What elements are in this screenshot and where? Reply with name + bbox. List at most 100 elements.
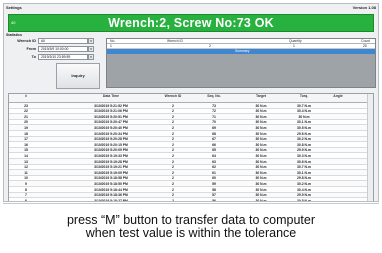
- vertical-scrollbar[interactable]: [367, 94, 373, 201]
- cell-data-time: 3/10/2019 5:18:58 PM: [94, 176, 128, 181]
- cell-wrench-id: 2: [172, 187, 174, 192]
- cell-num: 17: [24, 137, 28, 142]
- wrench-id-select[interactable]: All: [38, 38, 88, 44]
- from-row: From 2019/3/9 10:00:00 ▾: [10, 46, 105, 53]
- cell-seq-no: 71: [212, 114, 216, 119]
- table-row[interactable]: 6 3/10/2019 5:18:27 PM 2 56 30 N.m 30.5 N.m: [9, 198, 373, 202]
- cell-wrench-id: 2: [172, 176, 174, 181]
- cell-wrench-id: 2: [172, 125, 174, 130]
- records-table-header: # Data Time Wrench ID Seq. No. Target To…: [9, 94, 373, 103]
- records-table-body: 23 3/10/2019 5:21:52 PM 2 73 30 N.m 30.7 N.m 2…: [9, 103, 373, 202]
- cell-num: 18: [24, 131, 28, 136]
- cell-torque: 30.5 N.m: [297, 198, 311, 202]
- cell-data-time: 3/10/2019 5:19:09 PM: [94, 170, 128, 175]
- cell-data-time: 3/10/2019 5:20:28 PM: [94, 137, 128, 142]
- cell-num: 15: [24, 148, 28, 153]
- cell-wrench-id: 2: [172, 137, 174, 142]
- cell-torque: 30.2 N.m: [297, 181, 311, 186]
- cell-seq-no: 69: [212, 125, 216, 130]
- settings-menu[interactable]: Settings: [6, 5, 22, 10]
- col-wrench-id[interactable]: Wrench ID: [159, 94, 187, 98]
- col-angle[interactable]: Angle: [331, 94, 345, 98]
- cell-torque: 29.6 N.m: [297, 131, 311, 136]
- banner-message: Wrench:2, Screw No:73 OK: [108, 16, 274, 30]
- cell-seq-no: 61: [212, 170, 216, 175]
- cell-target: 30 N.m: [255, 125, 267, 130]
- cell-wrench-id: 2: [172, 181, 174, 186]
- chevron-down-icon[interactable]: ▾: [88, 38, 94, 44]
- calendar-icon[interactable]: ▾: [88, 46, 94, 52]
- cell-torque: 30.1 N.m: [297, 170, 311, 175]
- cell-target: 30 N.m: [255, 198, 267, 202]
- cell-num: 6: [25, 198, 27, 202]
- cell-seq-no: 63: [212, 159, 216, 164]
- calendar-icon[interactable]: ▾: [88, 54, 94, 60]
- cell-data-time: 3/10/2019 5:20:09 PM: [94, 148, 128, 153]
- cell-num: 9: [25, 181, 27, 186]
- cell-seq-no: 64: [212, 153, 216, 158]
- cell-wrench-id: 2: [172, 131, 174, 136]
- summary-cell: 20: [363, 44, 367, 48]
- cell-num: 14: [24, 153, 28, 158]
- cell-wrench-id: 2: [172, 170, 174, 175]
- cell-data-time: 3/10/2019 5:21:52 PM: [94, 103, 128, 108]
- cell-torque: 30.1 N.m: [297, 120, 311, 125]
- cell-num: 22: [24, 109, 28, 114]
- cell-target: 30 N.m: [255, 142, 267, 147]
- cell-wrench-id: 2: [172, 148, 174, 153]
- cell-target: 30 N.m: [255, 170, 267, 175]
- cell-num: 13: [24, 159, 28, 164]
- cell-target: 30 N.m: [255, 165, 267, 170]
- summary-cell: 1: [293, 44, 295, 48]
- cell-wrench-id: 2: [172, 193, 174, 198]
- cell-data-time: 3/10/2019 5:19:21 PM: [94, 165, 128, 170]
- cell-num: 8: [25, 187, 27, 192]
- cell-num: 23: [24, 103, 28, 108]
- col-num[interactable]: #: [11, 94, 41, 98]
- cell-target: 30 N.m: [255, 187, 267, 192]
- cell-torque: 29.9 N.m: [297, 148, 311, 153]
- cell-target: 30 N.m: [255, 193, 267, 198]
- cell-data-time: 3/10/2019 5:20:40 PM: [94, 125, 128, 130]
- version-label: Version 1.08: [352, 5, 376, 10]
- col-target[interactable]: Target: [249, 94, 273, 98]
- cell-seq-no: 72: [212, 109, 216, 114]
- cell-num: 21: [24, 114, 28, 119]
- to-date-field[interactable]: 2019/3/10 23:59:59: [38, 54, 88, 60]
- summary-cell: 2: [209, 44, 211, 48]
- cell-data-time: 3/10/2019 5:20:47 PM: [94, 120, 128, 125]
- cell-target: 30 N.m: [255, 137, 267, 142]
- cell-torque: 30 N.m: [298, 114, 310, 119]
- col-data-time[interactable]: Data Time: [81, 94, 141, 98]
- figure-caption: press “M” button to transfer data to com…: [0, 214, 382, 240]
- cell-wrench-id: 2: [172, 103, 174, 108]
- cell-num: 7: [25, 193, 27, 198]
- cell-torque: 29.9 N.m: [297, 193, 311, 198]
- summary-total-label: Summary: [235, 49, 250, 53]
- cell-target: 30 N.m: [255, 114, 267, 119]
- cell-seq-no: 68: [212, 131, 216, 136]
- cell-target: 30 N.m: [255, 120, 267, 125]
- to-label: To: [31, 55, 36, 59]
- cell-wrench-id: 2: [172, 153, 174, 158]
- cell-num: 20: [24, 120, 28, 125]
- cell-torque: 30.5 N.m: [297, 125, 311, 130]
- cell-data-time: 3/10/2019 5:20:51 PM: [94, 114, 128, 119]
- divider: [3, 203, 379, 204]
- from-date-field[interactable]: 2019/3/9 10:00:00: [38, 46, 88, 52]
- cell-target: 30 N.m: [255, 159, 267, 164]
- inquiry-button[interactable]: Inquiry: [56, 63, 100, 89]
- cell-target: 30 N.m: [255, 109, 267, 114]
- cell-wrench-id: 2: [172, 165, 174, 170]
- cell-target: 30 N.m: [255, 131, 267, 136]
- cell-torque: 30.2 N.m: [297, 137, 311, 142]
- cell-data-time: 3/10/2019 5:20:15 PM: [94, 142, 128, 147]
- cell-torque: 30.8 N.m: [297, 142, 311, 147]
- wrench-id-row: Wrench ID All ▾: [10, 38, 105, 45]
- cell-torque: 30.3 N.m: [297, 153, 311, 158]
- wrench-id-label: Wrench ID: [17, 39, 36, 43]
- col-seq-no[interactable]: Seq. No.: [207, 94, 221, 98]
- col-torque[interactable]: Torq.: [291, 94, 317, 98]
- summary-total-row[interactable]: Summary: [107, 49, 375, 54]
- summary-col-count: Count: [361, 39, 371, 43]
